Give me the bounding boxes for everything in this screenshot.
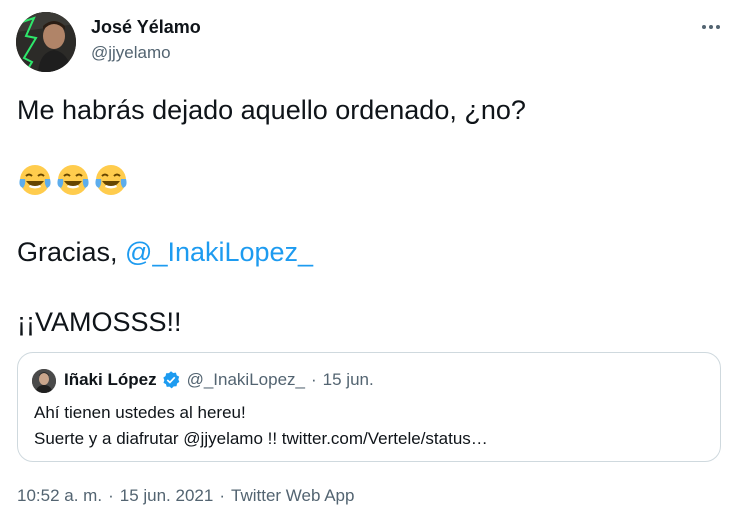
separator-dot: · [219, 486, 225, 505]
tweet-date[interactable]: 15 jun. 2021 [120, 486, 214, 506]
quoted-tweet-header: Iñaki López @_InakiLopez_ · 15 jun. [64, 370, 374, 390]
face-with-tears-of-joy-icon [57, 165, 89, 195]
more-options-button[interactable] [694, 12, 728, 42]
tweet-time[interactable]: 10:52 a. m. [17, 486, 102, 506]
tweet-source[interactable]: Twitter Web App [231, 486, 354, 506]
face-with-tears-of-joy-icon [95, 165, 127, 195]
tweet-text-line-1: Me habrás dejado aquello ordenado, ¿no? [17, 95, 526, 125]
quoted-author-name[interactable]: Iñaki López [64, 370, 157, 390]
quoted-tweet-date[interactable]: 15 jun. [323, 370, 374, 390]
separator-dot: · [108, 486, 114, 505]
more-horizontal-icon [702, 25, 720, 29]
tweet-metadata: 10:52 a. m. · 15 jun. 2021 · Twitter Web… [17, 486, 354, 506]
separator-dot: · [310, 370, 317, 389]
quoted-tweet-text: Ahí tienen ustedes al hereu! Suerte y a … [34, 400, 488, 452]
tweet-text-line-4: ¡¡VAMOSSS!! [17, 307, 182, 337]
thanks-text: Gracias, [17, 237, 126, 267]
quoted-author-avatar[interactable] [32, 369, 56, 393]
author-avatar[interactable] [16, 12, 76, 72]
author-name[interactable]: José Yélamo [91, 17, 201, 38]
face-with-tears-of-joy-icon [19, 165, 51, 195]
quoted-text-line-2: Suerte y a diafrutar @jjyelamo !! twitte… [34, 429, 488, 448]
quoted-author-handle[interactable]: @_InakiLopez_ [187, 370, 305, 390]
emoji-row [17, 162, 129, 198]
quoted-tweet-card[interactable]: Iñaki López @_InakiLopez_ · 15 jun. Ahí … [17, 352, 721, 462]
tweet-text-line-3: Gracias, @_InakiLopez_ [17, 236, 313, 268]
verified-badge-icon [162, 371, 179, 389]
quoted-text-line-1: Ahí tienen ustedes al hereu! [34, 403, 246, 422]
mention-link[interactable]: @_InakiLopez_ [125, 237, 313, 267]
author-handle[interactable]: @jjyelamo [91, 43, 171, 63]
tweet-container: José Yélamo @jjyelamo Me habrás dejado a… [0, 0, 743, 526]
